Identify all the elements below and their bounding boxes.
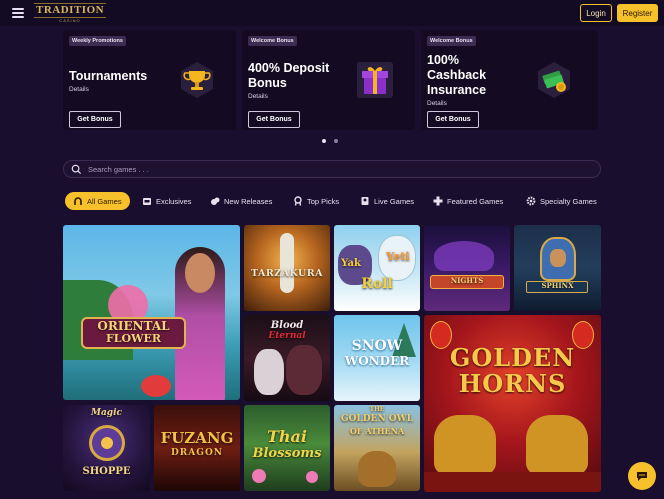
login-button[interactable]: Login (580, 4, 612, 22)
menu-icon[interactable] (12, 8, 24, 18)
game-title-line2: Blossoms (252, 446, 322, 461)
get-bonus-button[interactable]: Get Bonus (69, 111, 121, 128)
logo-subtext: CASINO (59, 18, 81, 23)
game-tile-magic-shoppe[interactable]: Magic SHOPPE (63, 405, 150, 491)
gift-box-icon (357, 62, 393, 98)
game-title: TARZAKURA (250, 268, 324, 279)
game-title-line2: SHOPPE (82, 466, 131, 477)
promo-tag: Welcome Bonus (427, 36, 476, 46)
game-tile-golden-horns[interactable]: GOLDEN HORNS (424, 315, 601, 492)
promo-card-deposit-bonus[interactable]: Welcome Bonus 400% Deposit Bonus Details… (242, 30, 415, 130)
game-title-word1: Yak (341, 258, 361, 269)
get-bonus-button[interactable]: Get Bonus (248, 111, 300, 128)
casino-logo[interactable]: TRADITION CASINO (34, 3, 106, 23)
tab-label: All Games (87, 196, 122, 206)
game-tile-golden-owl[interactable]: THE GOLDEN OWL OF ATHENA (334, 405, 420, 491)
logo-text: TRADITION (34, 3, 106, 18)
tab-label: Featured Games (447, 196, 504, 206)
tab-label: Live Games (374, 196, 415, 206)
tab-featured-games[interactable]: Featured Games (433, 192, 503, 210)
game-tile-yak-yeti-roll[interactable]: Yak Yeti Roll (334, 225, 420, 311)
tab-label: New Releases (224, 196, 273, 206)
search-input[interactable] (88, 162, 588, 176)
carousel-dot-2[interactable] (334, 139, 338, 143)
slot-machine-icon (142, 196, 152, 206)
tab-specialty-games[interactable]: Specialty Games (526, 192, 597, 210)
tab-label: Specialty Games (540, 196, 597, 206)
game-title-word2: Yeti (386, 250, 410, 263)
promo-title-line1: 100% (427, 53, 459, 67)
game-tile-fuzang-dragon[interactable]: FUZANG DRAGON (154, 405, 240, 491)
promo-title-line1: 400% Deposit (248, 61, 330, 75)
game-title-line1: FUZANG (160, 429, 234, 447)
carousel-dot-1[interactable] (322, 139, 326, 143)
promo-title-line2: Cashback (427, 68, 487, 82)
chat-support-button[interactable] (628, 462, 656, 490)
chat-bubble-icon (637, 472, 647, 481)
dealer-icon (360, 196, 370, 206)
game-title: NIGHTS (450, 276, 484, 285)
tab-new-releases[interactable]: New Releases (210, 192, 272, 210)
game-tile-blood-eternal[interactable]: Blood Eternal (244, 315, 330, 401)
game-title-line3: OF ATHENA (349, 426, 405, 436)
cash-stack-icon (538, 62, 570, 98)
search-icon (71, 164, 82, 175)
game-tile-thai-blossoms[interactable]: Thai Blossoms (244, 405, 330, 491)
game-tile-sphinx[interactable]: SPHINX (514, 225, 601, 311)
carousel-pagination (322, 139, 338, 143)
horseshoe-icon (73, 196, 83, 206)
promo-title-line2: Bonus (248, 76, 287, 90)
game-title-line1: Blood (270, 320, 304, 331)
game-title: SPHINX (541, 281, 574, 290)
game-title-line1: SNOW (351, 338, 403, 354)
tab-exclusives[interactable]: Exclusives (142, 192, 191, 210)
game-title-line2: GOLDEN OWL (340, 414, 414, 424)
game-title-line2: HORNS (458, 369, 567, 398)
game-title-line2: DRAGON (170, 448, 224, 458)
game-tile-tarzakura[interactable]: TARZAKURA (244, 225, 330, 311)
promo-card-cashback[interactable]: Welcome Bonus 100% Cashback Insurance De… (421, 30, 598, 130)
game-title-line1: GOLDEN (449, 343, 576, 372)
game-tile-arabian-nights[interactable]: NIGHTS (424, 225, 510, 311)
game-title-line2: Eternal (268, 331, 306, 341)
game-title-word3: Roll (361, 276, 393, 292)
game-tile-oriental-flower[interactable]: ORIENTAL FLOWER (63, 225, 240, 400)
tab-label: Top Picks (307, 196, 340, 206)
game-title-line1: Thai (267, 427, 307, 446)
game-title-line1: ORIENTAL (97, 319, 170, 333)
promo-details-link[interactable]: Details (248, 93, 268, 100)
tab-all-games[interactable]: All Games (65, 192, 130, 210)
game-title-line2: WONDER (344, 354, 410, 368)
top-bar: TRADITION CASINO Login Register (0, 0, 664, 26)
trophy-icon (181, 62, 213, 98)
promo-details-link[interactable]: Details (69, 86, 89, 93)
promo-tag: Weekly Promotions (69, 36, 126, 46)
promo-carousel: Weekly Promotions Tournaments Details Ge… (0, 26, 664, 132)
category-tabs: All Games Exclusives New Releases Top Pi… (63, 190, 603, 212)
gear-icon (526, 196, 536, 206)
get-bonus-button[interactable]: Get Bonus (427, 111, 479, 128)
promo-title: Tournaments (69, 69, 148, 83)
medal-icon (293, 196, 303, 206)
clover-icon (433, 196, 443, 206)
tab-top-picks[interactable]: Top Picks (293, 192, 339, 210)
tab-live-games[interactable]: Live Games (360, 192, 414, 210)
game-title-line1: Magic (91, 408, 122, 418)
search-bar (63, 160, 601, 178)
game-title-line1: THE (369, 406, 385, 413)
promo-tag: Welcome Bonus (248, 36, 297, 46)
promo-card-tournaments[interactable]: Weekly Promotions Tournaments Details Ge… (63, 30, 236, 130)
game-title-line2: FLOWER (105, 332, 161, 345)
register-button[interactable]: Register (617, 4, 658, 22)
tab-label: Exclusives (156, 196, 192, 206)
promo-details-link[interactable]: Details (427, 100, 447, 107)
promo-title-line3: Insurance (427, 83, 487, 97)
game-tile-snow-wonder[interactable]: SNOW WONDER (334, 315, 420, 401)
chips-icon (210, 196, 220, 206)
